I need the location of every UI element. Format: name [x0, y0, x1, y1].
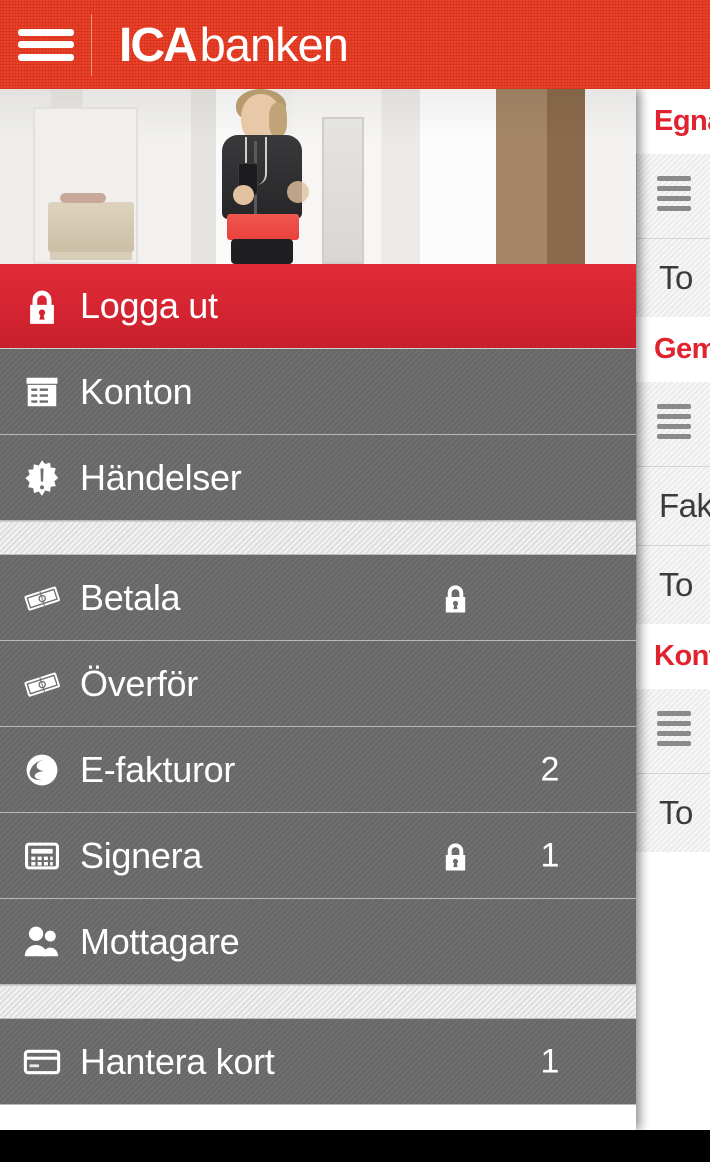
hero-hair-side: [269, 103, 287, 137]
hero-image: [0, 89, 636, 264]
menu-item-lock-badge: [440, 840, 471, 871]
alert-burst-icon-wrap: [14, 459, 70, 497]
logo-ica-text: ICA: [119, 18, 198, 72]
navigation-drawer: Logga ut Konton Händelser Betala Överför E-fa…: [0, 89, 636, 1130]
background-section-card: Fak To: [636, 382, 710, 624]
header-divider: [91, 13, 92, 76]
menu-item-label: Konton: [80, 370, 193, 412]
einvoice-icon: [23, 751, 61, 789]
hero-mirror: [322, 117, 364, 264]
calculator-icon-wrap: [14, 837, 70, 875]
app-header: ICA banken: [0, 0, 710, 89]
menu-item-count: 2: [540, 750, 560, 788]
menu-item-count: 1: [540, 1042, 560, 1080]
list-icon[interactable]: [637, 154, 710, 238]
menu-item-label: Logga ut: [80, 285, 218, 326]
menu-item-mottagare[interactable]: Mottagare: [0, 899, 636, 985]
system-bottom-bar: [0, 1130, 710, 1162]
menu-item-signera[interactable]: Signera 1: [0, 813, 636, 899]
hero-basket: [48, 193, 134, 252]
ledger-icon-wrap: [14, 373, 70, 411]
menu-item-label: Händelser: [80, 456, 242, 498]
einvoice-icon-wrap: [14, 751, 70, 789]
hamburger-bar: [18, 28, 74, 36]
menu-item-lock-badge: [440, 582, 471, 613]
list-icon[interactable]: [637, 382, 710, 466]
background-row[interactable]: To: [637, 238, 710, 317]
menu-group-separator: [0, 521, 636, 555]
hamburger-bar: [18, 53, 74, 61]
background-section-card: To: [636, 689, 710, 852]
menu-item-label: Betala: [80, 576, 181, 618]
menu-item-label: E-fakturor: [80, 748, 236, 790]
banknote-icon-wrap: [14, 665, 70, 703]
lock-icon: [440, 840, 471, 871]
background-section-title[interactable]: Egna: [636, 89, 710, 154]
alert-burst-icon: [23, 459, 61, 497]
people-icon: [23, 923, 61, 961]
drawer-menu: Logga ut Konton Händelser Betala Överför E-fa…: [0, 264, 636, 1105]
menu-item-label: Mottagare: [80, 920, 240, 962]
background-section-card: To: [636, 154, 710, 317]
menu-group-separator: [0, 985, 636, 1019]
background-row[interactable]: To: [637, 773, 710, 852]
hero-person: [205, 89, 315, 264]
menu-item-hantera-kort[interactable]: Hantera kort 1: [0, 1019, 636, 1105]
menu-item-logga-ut[interactable]: Logga ut: [0, 264, 636, 349]
banknote-icon: [23, 665, 61, 703]
credit-card-icon-wrap: [14, 1043, 70, 1081]
background-row[interactable]: To: [637, 545, 710, 624]
hamburger-icon[interactable]: [18, 25, 74, 65]
menu-item-label: Överför: [80, 662, 198, 704]
people-icon-wrap: [14, 923, 70, 961]
banknote-icon: [23, 579, 61, 617]
list-icon[interactable]: [637, 689, 710, 773]
hero-waistband: [227, 214, 299, 240]
logo-banken-text: banken: [199, 17, 349, 71]
background-section-title[interactable]: Gem: [636, 317, 710, 382]
background-sections: EgnaToGemFakToKontTo: [636, 89, 710, 852]
ledger-icon: [23, 373, 61, 411]
menu-item-label: Hantera kort: [80, 1040, 275, 1082]
hero-legs: [231, 239, 293, 264]
background-section-title[interactable]: Kont: [636, 624, 710, 689]
lock-icon-wrap: [14, 287, 70, 325]
background-row[interactable]: Fak: [637, 466, 710, 545]
menu-item-label: Signera: [80, 834, 202, 876]
app-screen: ICA banken EgnaToGemFakToKontTo: [0, 0, 710, 1162]
lock-icon: [440, 582, 471, 613]
credit-card-icon: [23, 1043, 61, 1081]
menu-item-betala[interactable]: Betala: [0, 555, 636, 641]
menu-item-e-fakturor[interactable]: E-fakturor 2: [0, 727, 636, 813]
calculator-icon: [23, 837, 61, 875]
hero-hand-left: [233, 185, 254, 205]
banknote-icon-wrap: [14, 579, 70, 617]
menu-item-konton[interactable]: Konton: [0, 349, 636, 435]
menu-item-verf-r[interactable]: Överför: [0, 641, 636, 727]
hero-hand-right: [287, 181, 309, 203]
menu-item-h-ndelser[interactable]: Händelser: [0, 435, 636, 521]
ica-banken-logo[interactable]: ICA banken: [119, 17, 349, 73]
lock-icon: [23, 287, 61, 325]
menu-item-count: 1: [540, 836, 560, 874]
hamburger-bar: [18, 41, 74, 48]
